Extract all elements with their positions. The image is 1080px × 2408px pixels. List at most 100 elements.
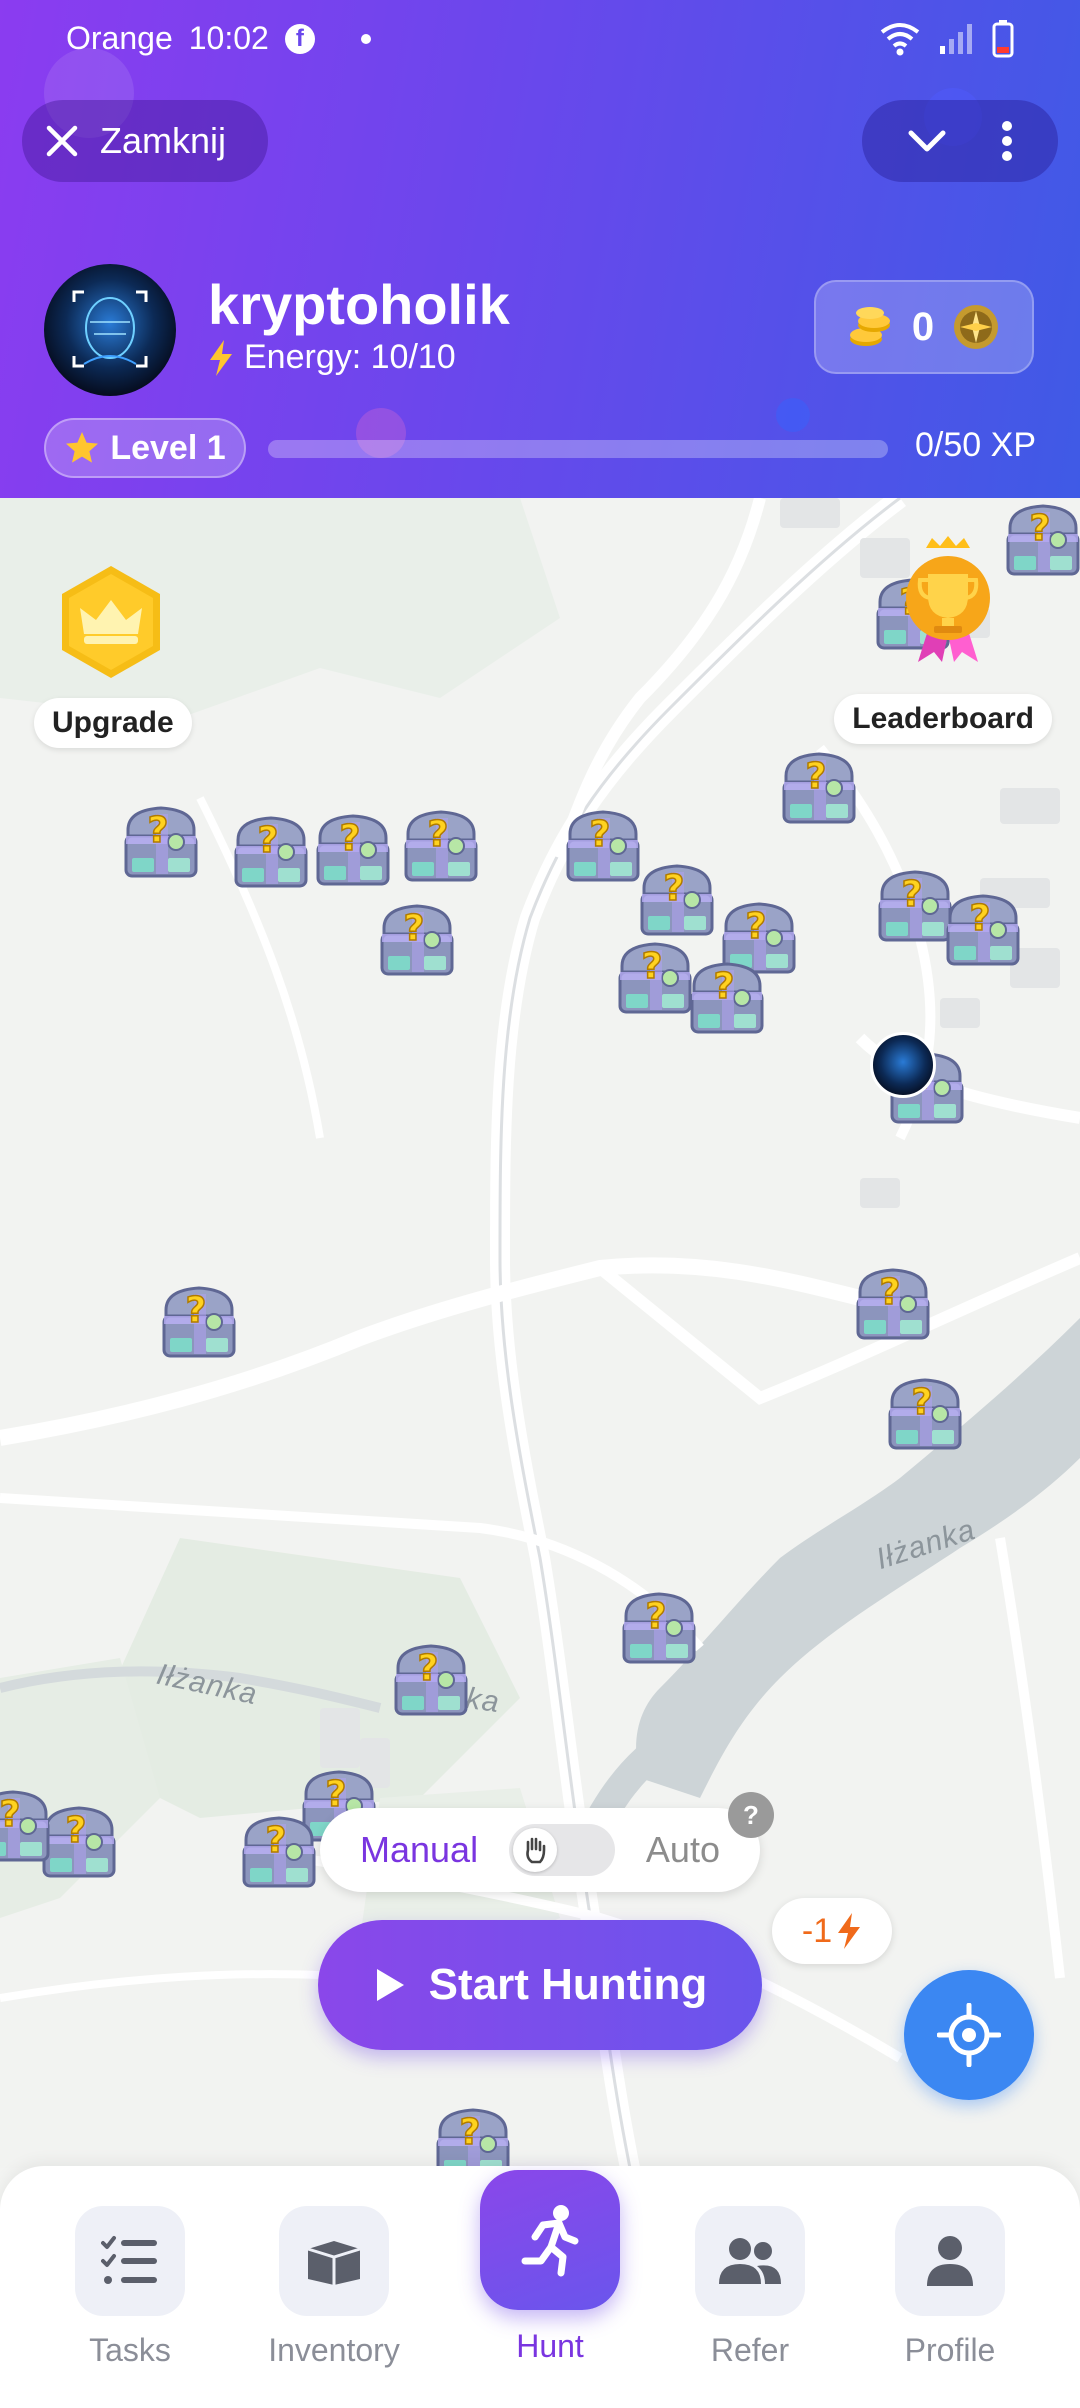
- nav-profile-label: Profile: [904, 2332, 996, 2368]
- trophy-icon[interactable]: [898, 534, 998, 664]
- signal-icon: [940, 24, 972, 54]
- coin-count: 0: [911, 304, 935, 349]
- level-label: Level 1: [110, 428, 226, 467]
- treasure-chest-marker[interactable]: ?: [236, 1810, 322, 1896]
- chest-question-mark: ?: [266, 1820, 287, 1861]
- chest-question-mark: ?: [646, 1596, 667, 1637]
- chest-question-mark: ?: [806, 756, 827, 797]
- lightning-icon: [838, 1913, 861, 1949]
- checklist-icon: [101, 2236, 157, 2284]
- chest-question-mark: ?: [460, 2112, 481, 2153]
- treasure-chest-marker[interactable]: ?: [684, 956, 770, 1042]
- help-button[interactable]: ?: [728, 1792, 774, 1838]
- treasure-chest-marker[interactable]: ?: [776, 746, 862, 832]
- chest-question-mark: ?: [148, 810, 169, 851]
- chest-question-mark: ?: [970, 898, 991, 939]
- treasure-chest-marker[interactable]: ?: [882, 1372, 968, 1458]
- energy-cost-value: -1: [801, 1911, 833, 1950]
- treasure-chest-marker[interactable]: ?: [156, 1280, 242, 1366]
- xp-progress-bar: [268, 440, 888, 458]
- treasure-chest-marker[interactable]: ?: [1000, 498, 1080, 584]
- treasure-chest-marker[interactable]: ?: [940, 888, 1026, 974]
- avatar[interactable]: [44, 264, 176, 396]
- leaderboard-label[interactable]: Leaderboard: [834, 694, 1052, 744]
- app-header: Orange 10:02 f Zamknij kryptoholik Energ…: [0, 0, 1080, 498]
- header-menu-pill: [862, 100, 1058, 182]
- play-icon: [376, 1969, 404, 2001]
- star-icon: [66, 432, 99, 463]
- chevron-down-icon[interactable]: [905, 119, 949, 163]
- chest-question-mark: ?: [912, 1382, 933, 1423]
- nav-tasks[interactable]: Tasks: [60, 2206, 200, 2369]
- chest-question-mark: ?: [880, 1272, 901, 1313]
- box-icon: [307, 2241, 361, 2285]
- status-bar: Orange 10:02 f: [0, 0, 1080, 76]
- more-vertical-icon[interactable]: [999, 119, 1015, 163]
- level-badge: Level 1: [44, 418, 246, 478]
- nav-tasks-label: Tasks: [89, 2332, 171, 2368]
- treasure-chest-marker[interactable]: ?: [616, 1586, 702, 1672]
- treasure-chest-marker[interactable]: ?: [118, 800, 204, 886]
- compass-coin-icon: [954, 305, 999, 349]
- treasure-chest-marker[interactable]: ?: [374, 898, 460, 984]
- treasure-chest-marker[interactable]: ?: [430, 2102, 516, 2168]
- treasure-chest-marker[interactable]: ?: [398, 804, 484, 890]
- users-icon: [719, 2238, 781, 2284]
- chest-question-mark: ?: [0, 1794, 20, 1835]
- chest-question-mark: ?: [404, 908, 425, 949]
- start-hunting-label: Start Hunting: [428, 1960, 708, 2009]
- mode-auto-label[interactable]: Auto: [646, 1829, 720, 1871]
- upgrade-label[interactable]: Upgrade: [34, 698, 192, 748]
- close-button[interactable]: Zamknij: [22, 100, 268, 182]
- facebook-icon: f: [284, 23, 315, 54]
- energy-cost-badge: -1: [772, 1898, 892, 1964]
- treasure-chest-marker[interactable]: ?: [388, 1638, 474, 1724]
- nav-refer-label: Refer: [710, 2332, 790, 2368]
- nav-hunt-label: Hunt: [516, 2328, 584, 2364]
- close-label: Zamknij: [100, 120, 227, 161]
- treasure-chest-marker[interactable]: ?: [228, 810, 314, 896]
- locate-me-button[interactable]: [904, 1970, 1034, 2100]
- notification-dot-icon: [360, 33, 371, 44]
- hunt-mode-toggle[interactable]: Manual Auto: [320, 1808, 760, 1892]
- upgrade-crown-icon[interactable]: [56, 562, 166, 682]
- clock: 10:02: [188, 20, 269, 56]
- nav-inventory[interactable]: Inventory: [264, 2206, 404, 2369]
- coin-stack-icon: [849, 307, 890, 346]
- chest-question-mark: ?: [186, 1290, 207, 1331]
- chest-question-mark: ?: [664, 868, 685, 909]
- xp-text: 0/50 XP: [915, 426, 1036, 464]
- chest-question-mark: ?: [714, 966, 735, 1007]
- nav-hunt[interactable]: [480, 2170, 620, 2310]
- energy-indicator: Energy: 10/10: [208, 338, 456, 377]
- mode-switch[interactable]: [509, 1824, 615, 1876]
- person-icon: [927, 2236, 973, 2286]
- crosshair-icon: [937, 2003, 1001, 2067]
- nav-refer[interactable]: Refer: [680, 2206, 820, 2369]
- start-hunting-button[interactable]: Start Hunting: [318, 1920, 762, 2050]
- nav-inventory-label: Inventory: [268, 2332, 400, 2368]
- username: kryptoholik: [208, 273, 510, 336]
- chest-question-mark: ?: [340, 818, 361, 859]
- player-location-marker[interactable]: [870, 1032, 936, 1098]
- mode-manual-label[interactable]: Manual: [360, 1829, 478, 1871]
- treasure-chest-marker[interactable]: ?: [634, 858, 720, 944]
- close-icon: [46, 125, 78, 157]
- wifi-icon: [880, 23, 920, 56]
- treasure-chest-marker[interactable]: ?: [850, 1262, 936, 1348]
- chest-question-mark: ?: [642, 946, 663, 987]
- running-person-icon: [521, 2205, 579, 2277]
- treasure-chest-marker[interactable]: ?: [0, 1784, 56, 1870]
- chest-question-mark: ?: [258, 820, 279, 861]
- chest-question-mark: ?: [590, 814, 611, 855]
- hand-icon: [513, 1828, 557, 1872]
- treasure-chest-marker[interactable]: ?: [310, 808, 396, 894]
- map-view[interactable]: Iłżanka Iłżanka ka ?????????????????????…: [0, 498, 1080, 2168]
- chest-question-mark: ?: [326, 1774, 347, 1815]
- chest-question-mark: ?: [902, 874, 923, 915]
- decor-bubble: [776, 398, 810, 432]
- coin-balance[interactable]: 0: [814, 280, 1034, 374]
- nav-profile[interactable]: Profile: [880, 2206, 1020, 2369]
- lightning-icon: [210, 339, 232, 376]
- energy-label: Energy: 10/10: [244, 338, 456, 376]
